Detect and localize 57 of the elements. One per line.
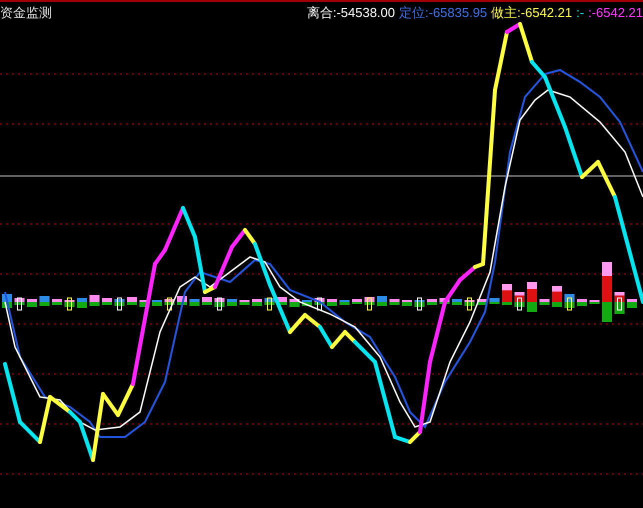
- volume-bar: [252, 299, 262, 306]
- legend-value: :-6542.21: [588, 6, 643, 18]
- volume-bar: [452, 299, 462, 305]
- legend-value: 定位:-65835.95: [399, 6, 488, 18]
- volume-bar: [27, 299, 37, 307]
- volume-bar: [202, 297, 212, 305]
- volume-bar: [302, 300, 312, 306]
- volume-bar: [64, 298, 74, 310]
- volume-bar: [240, 300, 250, 305]
- volume-bar: [564, 294, 574, 310]
- volume-bar: [40, 296, 50, 306]
- volume-bar: [590, 300, 600, 304]
- volume-bar: [527, 282, 537, 312]
- volume-bar: [364, 297, 374, 310]
- volume-bar: [552, 286, 562, 307]
- volume-bar: [2, 294, 12, 308]
- volume-bar: [90, 295, 100, 306]
- volume-bar: [52, 299, 62, 305]
- volume-bar: [577, 299, 587, 306]
- volume-bar: [227, 299, 237, 306]
- volume-bar: [440, 298, 450, 304]
- volume-bar: [77, 298, 87, 308]
- volume-bar: [102, 298, 112, 305]
- volume-bar: [140, 300, 150, 307]
- volume-bar: [390, 299, 400, 305]
- legend-value: 做主:-6542.21: [491, 6, 572, 18]
- volume-bar: [152, 300, 162, 306]
- volume-bar: [340, 300, 350, 305]
- volume-bar: [214, 298, 224, 310]
- volume-bar: [540, 299, 550, 305]
- volume-bar: [602, 262, 612, 322]
- volume-bar: [514, 292, 524, 310]
- volume-bar: [352, 299, 362, 304]
- volume-bar: [414, 298, 424, 310]
- volume-bar: [290, 299, 300, 307]
- volume-bar: [490, 298, 500, 304]
- volume-bar: [377, 296, 387, 306]
- volume-bar: [277, 297, 287, 305]
- volume-bar: [427, 299, 437, 305]
- volume-bar: [164, 298, 174, 310]
- legend-value: 离合:-54538.00: [306, 6, 395, 18]
- volume-bar: [177, 296, 187, 305]
- volume-bar: [627, 299, 637, 308]
- volume-bar: [190, 299, 200, 306]
- volume-bar: [327, 299, 337, 306]
- volume-bar: [502, 284, 512, 305]
- volume-bar: [614, 292, 624, 314]
- volume-bar: [477, 299, 487, 305]
- volume-bar: [127, 297, 137, 305]
- volume-bar: [402, 300, 412, 306]
- volume-bar: [464, 298, 474, 310]
- legend-value: :-: [576, 6, 584, 18]
- volume-bar: [114, 298, 124, 310]
- volume-bar: [314, 298, 324, 310]
- volume-bar: [14, 298, 24, 310]
- volume-bar: [264, 298, 274, 310]
- chart-title: 资金监测: [0, 6, 53, 18]
